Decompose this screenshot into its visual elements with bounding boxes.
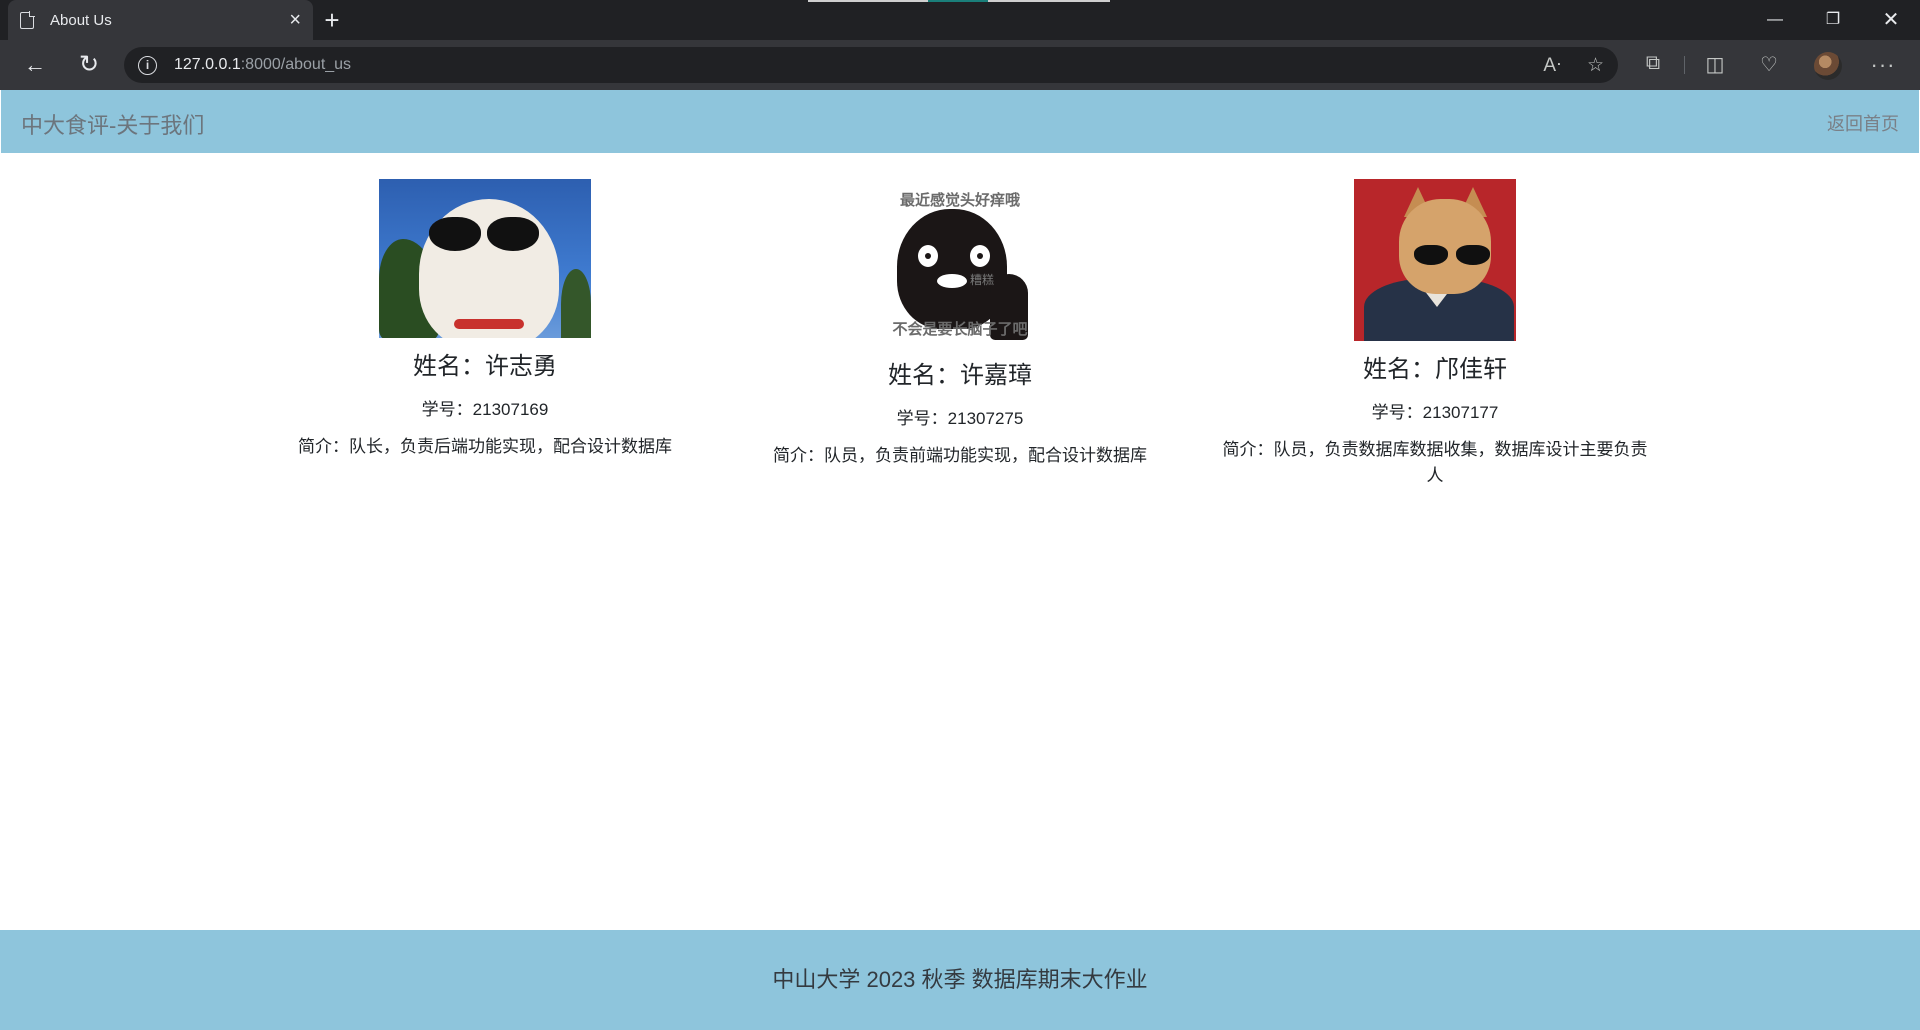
url-path: :8000/about_us [240, 56, 352, 73]
page-icon [20, 10, 35, 29]
browser-toolbar: ← ↻ i 127.0.0.1:8000/about_us Aᐧ ☆ ⧉ ◫ ♡… [0, 40, 1920, 90]
restore-button[interactable]: ❐ [1804, 0, 1862, 40]
member-student-id: 学号：21307169 [421, 400, 549, 419]
member-name: 姓名：许嘉璋 [888, 362, 1032, 389]
read-aloud-icon[interactable]: Aᐧ [1543, 54, 1561, 77]
member-student-id: 学号：21307177 [1371, 403, 1499, 422]
member-name: 姓名：许志勇 [413, 353, 557, 380]
new-tab-button[interactable]: + [318, 6, 346, 34]
site-footer: 中山大学 2023 秋季 数据库期末大作业 [0, 930, 1920, 1030]
profile-avatar[interactable] [1814, 52, 1842, 80]
member-intro: 简介：队员，负责数据库数据收集，数据库设计主要负责人 [1222, 440, 1648, 485]
browser-tab[interactable]: About Us × [8, 0, 313, 40]
site-info-icon[interactable]: i [138, 55, 157, 75]
meme-text-mid: 糟糕 [970, 273, 995, 287]
member-intro: 简介：队长，负责后端功能实现，配合设计数据库 [298, 437, 672, 456]
address-bar[interactable]: i 127.0.0.1:8000/about_us Aᐧ ☆ [124, 47, 1618, 83]
split-screen-icon[interactable]: ◫ [1702, 52, 1728, 77]
browser-tab-bar: About Us × + — ❐ ✕ [0, 0, 1920, 40]
member-name: 姓名：邝佳轩 [1363, 356, 1507, 383]
member-photo-meme: 最近感觉头好痒哦 糟糕 不会是要长脑子了吧 [880, 179, 1040, 347]
tab-title: About Us [50, 11, 112, 29]
url-host: 127.0.0.1 [174, 56, 241, 73]
minimize-button[interactable]: — [1746, 0, 1804, 40]
meme-text-bottom: 不会是要长脑子了吧 [892, 321, 1028, 338]
member-card: 姓名：许志勇 学号：21307169 简介：队长，负责后端功能实现，配合设计数据… [265, 179, 705, 460]
browser-essentials-icon[interactable]: ♡ [1756, 52, 1782, 77]
reload-icon[interactable]: ↻ [72, 48, 106, 82]
toolbar-divider [1684, 56, 1685, 74]
home-link[interactable]: 返回首页 [1827, 110, 1899, 136]
meme-text-top: 最近感觉头好痒哦 [899, 192, 1020, 209]
member-card: 最近感觉头好痒哦 糟糕 不会是要长脑子了吧 姓名：许嘉璋 学号：21307275… [740, 179, 1180, 469]
site-navbar: 中大食评-关于我们 返回首页 [1, 90, 1919, 153]
more-menu-icon[interactable]: ··· [1870, 52, 1896, 78]
member-student-id: 学号：21307275 [896, 409, 1024, 428]
footer-text: 中山大学 2023 秋季 数据库期末大作业 [772, 967, 1148, 992]
favorite-star-icon[interactable]: ☆ [1587, 54, 1604, 77]
member-card: 姓名：邝佳轩 学号：21307177 简介：队员，负责数据库数据收集，数据库设计… [1215, 179, 1655, 489]
member-photo-cat [379, 179, 591, 338]
member-intro: 简介：队员，负责前端功能实现，配合设计数据库 [773, 446, 1147, 465]
tab-close-icon[interactable]: × [289, 10, 301, 30]
member-photo-dog [1354, 179, 1516, 341]
close-window-button[interactable]: ✕ [1862, 0, 1920, 40]
back-arrow-icon[interactable]: ← [18, 48, 52, 82]
site-brand[interactable]: 中大食评-关于我们 [21, 108, 204, 140]
drag-strip [808, 0, 1110, 2]
extensions-icon[interactable]: ⧉ [1640, 52, 1666, 75]
